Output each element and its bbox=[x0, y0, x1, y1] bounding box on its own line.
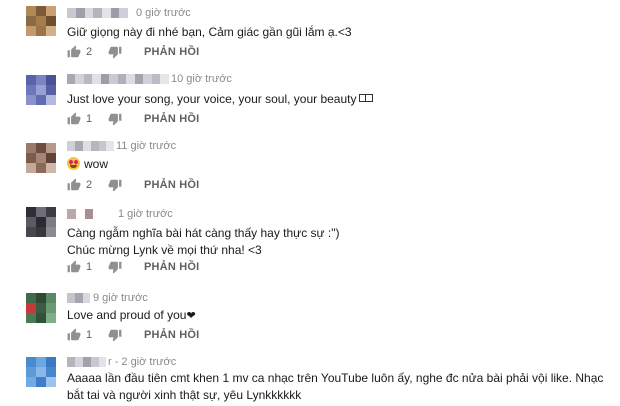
comment-author[interactable]: 11 giờ trước bbox=[67, 139, 176, 153]
comment-line: Giữ giọng này đi nhé bạn, Cảm giác gần g… bbox=[67, 25, 352, 39]
comment-text: Love and proud of you❤ bbox=[67, 307, 615, 325]
comment-timestamp[interactable]: 0 giờ trước bbox=[136, 7, 191, 19]
comment-author[interactable]: r - 2 giờ trước bbox=[67, 355, 176, 369]
comment-item: 11 giờ trước wow 2 PHẢN HỒI bbox=[0, 139, 620, 195]
like-count: 2 bbox=[86, 46, 93, 58]
blurred-username bbox=[67, 293, 90, 303]
comment-actions: 1 PHẢN HỒI bbox=[67, 112, 199, 126]
thumbs-down-icon[interactable] bbox=[108, 112, 122, 126]
avatar[interactable] bbox=[26, 207, 56, 237]
comment-text: Aaaaa lần đầu tiên cmt khen 1 mv ca nhạc… bbox=[67, 370, 615, 404]
comment-actions: 1 PHẢN HỒI bbox=[67, 328, 199, 342]
blurred-username bbox=[67, 209, 110, 219]
like-count: 2 bbox=[86, 179, 93, 191]
comment-actions: 2 PHẢN HỒI bbox=[67, 45, 199, 59]
like-count: 1 bbox=[86, 113, 93, 125]
reply-button[interactable]: PHẢN HỒI bbox=[144, 113, 199, 125]
comment-text: Just love your song, your voice, your so… bbox=[67, 91, 615, 108]
reply-button[interactable]: PHẢN HỒI bbox=[144, 46, 199, 58]
comment-timestamp[interactable]: 9 giờ trước bbox=[93, 292, 148, 304]
comment-timestamp[interactable]: 11 giờ trước bbox=[116, 140, 176, 152]
comment-actions: 2 PHẢN HỒI bbox=[67, 178, 199, 192]
blurred-username bbox=[67, 141, 114, 151]
unrendered-glyph-icon bbox=[359, 94, 374, 102]
comment-item: 9 giờ trước Love and proud of you❤ 1 PHẢ… bbox=[0, 291, 620, 347]
avatar[interactable] bbox=[26, 293, 56, 323]
comment-text: wow bbox=[67, 156, 615, 173]
comment-author[interactable]: 0 giờ trước bbox=[67, 6, 191, 20]
heart-eyes-emoji-icon bbox=[67, 157, 80, 170]
avatar[interactable] bbox=[26, 357, 56, 387]
reply-button[interactable]: PHẢN HỒI bbox=[144, 179, 199, 191]
avatar[interactable] bbox=[26, 75, 56, 105]
comment-author[interactable]: 9 giờ trước bbox=[67, 291, 148, 305]
comment-line: Chúc mừng Lynk về mọi thứ nha! <3 bbox=[67, 243, 262, 257]
thumbs-up-icon[interactable] bbox=[67, 328, 81, 342]
comment-item: 1 giờ trước Càng ngẫm nghĩa bài hát càng… bbox=[0, 207, 620, 281]
thumbs-down-icon[interactable] bbox=[108, 178, 122, 192]
comment-line: Càng ngẫm nghĩa bài hát càng thấy hay th… bbox=[67, 226, 340, 240]
comment-line: Just love your song, your voice, your so… bbox=[67, 91, 615, 108]
like-count: 1 bbox=[86, 329, 93, 341]
comment-item: 0 giờ trước Giữ giọng này đi nhé bạn, Cả… bbox=[0, 6, 620, 66]
thumbs-down-icon[interactable] bbox=[108, 260, 122, 274]
comment-text: Giữ giọng này đi nhé bạn, Cảm giác gần g… bbox=[67, 24, 615, 41]
thumbs-up-icon[interactable] bbox=[67, 112, 81, 126]
blurred-username bbox=[67, 74, 169, 84]
comment-author[interactable]: 10 giờ trước bbox=[67, 72, 232, 86]
heart-icon: ❤ bbox=[186, 310, 196, 322]
comment-text: Càng ngẫm nghĩa bài hát càng thấy hay th… bbox=[67, 225, 615, 259]
blurred-username bbox=[67, 357, 106, 367]
comment-item: 10 giờ trước Just love your song, your v… bbox=[0, 72, 620, 134]
thumbs-up-icon[interactable] bbox=[67, 178, 81, 192]
thumbs-up-icon[interactable] bbox=[67, 45, 81, 59]
thumbs-down-icon[interactable] bbox=[108, 328, 122, 342]
comment-author[interactable]: 1 giờ trước bbox=[67, 207, 173, 221]
comment-item: r - 2 giờ trước Aaaaa lần đầu tiên cmt k… bbox=[0, 355, 620, 406]
comment-timestamp[interactable]: 1 giờ trước bbox=[118, 208, 173, 220]
comment-timestamp[interactable]: 10 giờ trước bbox=[171, 73, 232, 85]
comment-timestamp[interactable]: 2 giờ trước bbox=[121, 356, 176, 368]
avatar[interactable] bbox=[26, 6, 56, 36]
comment-line: wow bbox=[67, 156, 615, 173]
reply-button[interactable]: PHẢN HỒI bbox=[144, 261, 199, 273]
avatar[interactable] bbox=[26, 143, 56, 173]
comment-line: Love and proud of you❤ bbox=[67, 308, 196, 322]
like-count: 1 bbox=[86, 261, 93, 273]
reply-button[interactable]: PHẢN HỒI bbox=[144, 329, 199, 341]
comment-line: Aaaaa lần đầu tiên cmt khen 1 mv ca nhạc… bbox=[67, 371, 604, 402]
comment-actions: 1 PHẢN HỒI bbox=[67, 260, 199, 274]
author-name-suffix: r - bbox=[108, 356, 119, 368]
blurred-username bbox=[67, 8, 128, 18]
thumbs-down-icon[interactable] bbox=[108, 45, 122, 59]
thumbs-up-icon[interactable] bbox=[67, 260, 81, 274]
